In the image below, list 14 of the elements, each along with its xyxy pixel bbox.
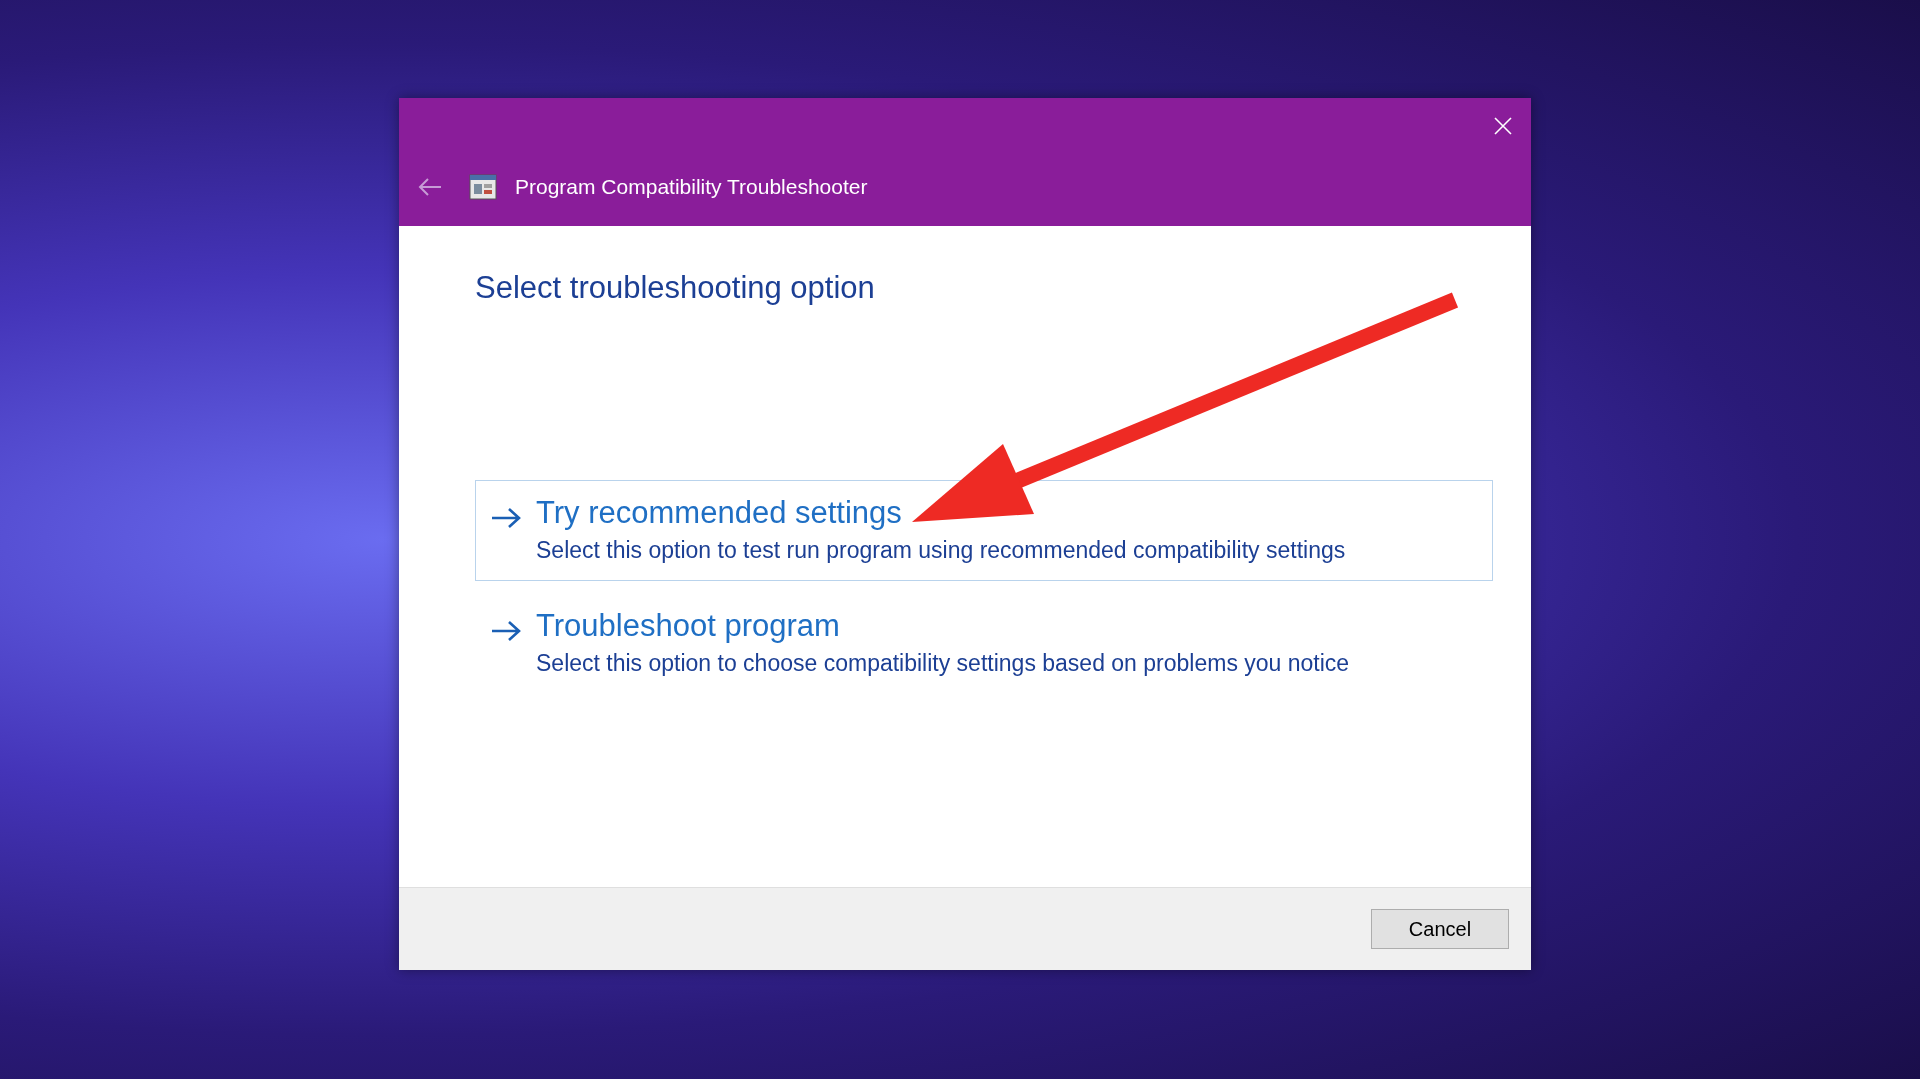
arrow-right-icon	[490, 507, 522, 529]
option-link[interactable]: Try recommended settings Select this option to test run program using recommended compatibility settings	[475, 480, 1493, 581]
option-title: Try recommended settings	[536, 495, 903, 531]
option-link[interactable]: Troubleshoot program Select this option to choose compatibility settings based on problems you notice	[475, 593, 1493, 694]
close-icon	[1493, 116, 1513, 136]
page-heading: Select troubleshooting option	[475, 270, 876, 306]
cancel-button[interactable]: Cancel	[1371, 909, 1509, 949]
option-description: Select this option to choose compatibility settings based on problems you notice	[536, 650, 1350, 677]
window-title: Program Compatibility Troubleshooter	[515, 175, 868, 199]
back-arrow-icon[interactable]	[417, 177, 443, 197]
option-title: Troubleshoot program	[536, 608, 841, 644]
arrow-right-icon	[490, 620, 522, 642]
option-description: Select this option to test run program using recommended compatibility settings	[536, 537, 1346, 564]
program-window-icon	[469, 174, 497, 200]
